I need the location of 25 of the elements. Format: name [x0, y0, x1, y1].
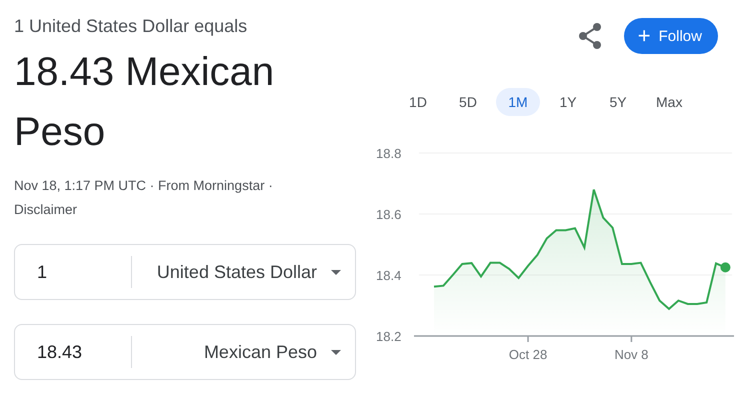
disclaimer-link[interactable]: Disclaimer: [14, 202, 78, 217]
exchange-rate: 18.43 Mexican Peso: [14, 49, 276, 156]
range-tab[interactable]: 1D: [396, 88, 440, 116]
currency-dropdown[interactable]: Mexican Peso: [140, 342, 341, 362]
x-tick-label: Nov 8: [614, 347, 648, 362]
source-note: Nov 18, 1:17 PM UTC · From Morningstar · Disclaimer: [14, 177, 274, 219]
caret-icon: [331, 350, 341, 354]
range-tab[interactable]: Max: [646, 88, 692, 116]
y-tick-label: 18.2: [376, 329, 402, 344]
y-tick-label: 18.4: [376, 268, 402, 283]
range-tab[interactable]: 1Y: [546, 88, 590, 116]
currency-dropdown[interactable]: United States Dollar: [140, 262, 341, 282]
share-icon[interactable]: [578, 23, 602, 49]
amount-input[interactable]: 1: [37, 262, 131, 282]
caret-icon: [331, 270, 341, 274]
range-tab[interactable]: 5D: [446, 88, 490, 116]
x-tick-label: Oct 28: [508, 347, 548, 362]
follow-button[interactable]: + Follow: [624, 18, 718, 54]
y-tick-label: 18.6: [376, 207, 402, 222]
range-tab[interactable]: 5Y: [596, 88, 640, 116]
current-point: [720, 262, 730, 272]
amount-input[interactable]: 18.43: [37, 342, 131, 362]
conversion-label: 1 United States Dollar equals: [14, 15, 248, 38]
y-tick-label: 18.8: [376, 146, 402, 161]
range-tab[interactable]: 1M: [496, 88, 540, 116]
